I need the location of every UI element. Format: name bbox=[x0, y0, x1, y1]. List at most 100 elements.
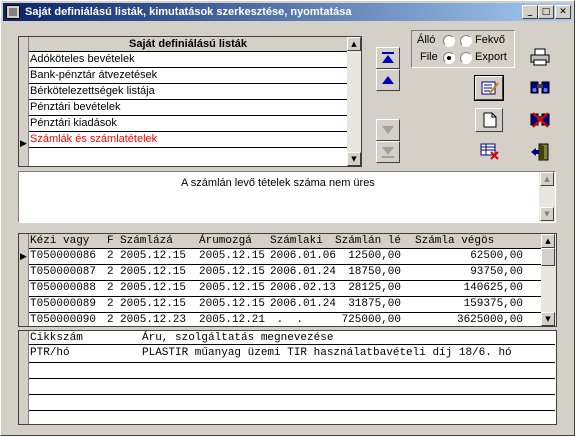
column-header[interactable]: Árumozgá bbox=[199, 234, 252, 249]
output-options-group: Álló Fekvő File Export bbox=[411, 30, 515, 68]
last-record-icon bbox=[382, 147, 394, 158]
items-header-row: Cikkszám Áru, szolgáltatás megnevezése bbox=[29, 331, 555, 345]
first-record-button[interactable] bbox=[376, 47, 400, 69]
table-row[interactable]: T050000086 2 2005.12.15 2005.12.15 2006.… bbox=[29, 249, 541, 265]
delete-list-button[interactable] bbox=[475, 140, 503, 164]
app-icon[interactable] bbox=[6, 5, 20, 19]
lists-column-header[interactable]: Saját definiálású listák bbox=[29, 37, 347, 52]
cell-total: 62500,00 bbox=[470, 250, 523, 262]
list-item[interactable]: Adóköteles bevételek bbox=[29, 52, 347, 68]
cell-amount: 12500,00 bbox=[348, 250, 401, 262]
table-row[interactable]: T050000087 2 2005.12.15 2005.12.15 2006.… bbox=[29, 265, 541, 281]
scroll-thumb[interactable] bbox=[541, 248, 555, 266]
filter-binoculars-icon bbox=[530, 112, 550, 128]
column-header[interactable]: Számlaki bbox=[270, 234, 323, 249]
table-row-empty[interactable] bbox=[29, 379, 555, 395]
memo-scrollbar[interactable]: ▲ ▼ bbox=[539, 172, 555, 222]
cell-due-date: . . bbox=[270, 314, 304, 326]
filter-description-memo[interactable]: A számlán levő tételek száma nem üres ▲ … bbox=[18, 171, 556, 223]
prior-record-button[interactable] bbox=[376, 69, 400, 91]
scroll-up-arrow-icon[interactable]: ▲ bbox=[540, 172, 554, 186]
cell-movement-date: 2005.12.15 bbox=[199, 266, 266, 278]
cell-total: 159375,00 bbox=[463, 298, 523, 310]
cell-invoice-id: T050000090 bbox=[30, 314, 97, 326]
exit-door-icon bbox=[531, 143, 549, 161]
column-header[interactable]: Számla végös bbox=[415, 234, 494, 249]
export-radio[interactable] bbox=[460, 52, 472, 64]
cell-amount: 28125,00 bbox=[348, 282, 401, 294]
list-item[interactable]: Pénztári kiadások bbox=[29, 116, 347, 132]
table-row[interactable]: T050000088 2 2005.12.15 2005.12.15 2006.… bbox=[29, 281, 541, 297]
fekvo-label: Fekvő bbox=[475, 34, 505, 46]
next-record-icon bbox=[382, 126, 394, 134]
cell-item-description: PLASTIR műanyag üzemi TIR használatbavét… bbox=[142, 347, 512, 359]
cell-amount: 725000,00 bbox=[341, 314, 401, 326]
invoices-scrollbar[interactable]: ▲ ▼ bbox=[541, 234, 556, 326]
current-row-marker-icon: ▶ bbox=[20, 138, 27, 148]
new-list-button[interactable] bbox=[475, 108, 503, 132]
new-document-icon bbox=[483, 112, 497, 128]
table-row-empty[interactable] bbox=[29, 411, 555, 424]
column-header[interactable]: Számlázá bbox=[120, 234, 173, 249]
maximize-button[interactable]: □ bbox=[538, 5, 554, 19]
search-button[interactable] bbox=[525, 76, 553, 100]
cell-total: 93750,00 bbox=[470, 266, 523, 278]
cell-due-date: 2006.02.13 bbox=[270, 282, 337, 294]
minimize-button[interactable]: _ bbox=[522, 5, 538, 19]
column-header[interactable]: F bbox=[107, 234, 114, 249]
cell-movement-date: 2005.12.21 bbox=[199, 314, 266, 326]
file-radio[interactable] bbox=[443, 52, 455, 64]
cell-invoice-date: 2005.12.15 bbox=[120, 282, 187, 294]
edit-icon bbox=[481, 81, 499, 95]
list-item[interactable]: Bérkötelezettségek listája bbox=[29, 84, 347, 100]
list-item[interactable]: Bank-pénztár átvezetések bbox=[29, 68, 347, 84]
scroll-up-arrow-icon[interactable]: ▲ bbox=[347, 37, 361, 51]
list-item-selected[interactable]: Számlák és számlatételek bbox=[29, 132, 347, 148]
cell-invoice-id: T050000086 bbox=[30, 250, 97, 262]
cell-type: 2 bbox=[107, 266, 114, 278]
cell-type: 2 bbox=[107, 298, 114, 310]
cell-type: 2 bbox=[107, 282, 114, 294]
column-header[interactable]: Kézi vagy bbox=[30, 234, 89, 249]
cell-due-date: 2006.01.24 bbox=[270, 298, 337, 310]
filter-button[interactable] bbox=[525, 108, 553, 132]
cell-type: 2 bbox=[107, 250, 114, 262]
table-row[interactable]: T050000090 2 2005.12.23 2005.12.21 . . 7… bbox=[29, 313, 541, 326]
invoice-items-grid[interactable]: Cikkszám Áru, szolgáltatás megnevezése P… bbox=[18, 330, 557, 425]
exit-button[interactable] bbox=[525, 140, 553, 164]
custom-lists-grid[interactable]: ▶ Saját definiálású listák Adóköteles be… bbox=[18, 36, 362, 167]
row-indicator-column: ▶ bbox=[19, 37, 29, 166]
cell-total: 3625000,00 bbox=[456, 314, 523, 326]
table-row-empty[interactable] bbox=[29, 363, 555, 379]
close-button[interactable]: ✕ bbox=[555, 5, 571, 19]
first-record-icon bbox=[382, 52, 394, 63]
memo-text: A számlán levő tételek száma nem üres bbox=[181, 177, 375, 189]
allo-radio[interactable] bbox=[443, 35, 455, 47]
cell-amount: 31875,00 bbox=[348, 298, 401, 310]
invoices-grid[interactable]: ▶ Kézi vagy F Számlázá Árumozgá Számlaki… bbox=[18, 233, 557, 327]
column-header[interactable]: Áru, szolgáltatás megnevezése bbox=[142, 331, 333, 345]
next-record-button[interactable] bbox=[376, 119, 400, 141]
table-row-empty[interactable] bbox=[29, 395, 555, 411]
table-row[interactable]: T050000089 2 2005.12.15 2005.12.15 2006.… bbox=[29, 297, 541, 313]
scroll-down-arrow-icon[interactable]: ▼ bbox=[540, 207, 554, 221]
lists-scrollbar[interactable]: ▲ ▼ bbox=[347, 37, 361, 166]
print-button[interactable] bbox=[525, 45, 553, 69]
print-icon bbox=[530, 48, 550, 66]
last-record-button[interactable] bbox=[376, 141, 400, 163]
export-label: Export bbox=[475, 51, 507, 63]
scroll-down-arrow-icon[interactable]: ▼ bbox=[541, 312, 555, 326]
list-item[interactable]: Pénztári bevételek bbox=[29, 100, 347, 116]
column-header[interactable]: Számlán lé bbox=[335, 234, 401, 249]
scroll-down-arrow-icon[interactable]: ▼ bbox=[347, 152, 361, 166]
scroll-up-arrow-icon[interactable]: ▲ bbox=[541, 234, 555, 248]
binoculars-icon bbox=[530, 81, 550, 94]
main-window: Saját definiálású listák, kimutatások sz… bbox=[0, 0, 575, 436]
cell-invoice-id: T050000089 bbox=[30, 298, 97, 310]
allo-label: Álló bbox=[417, 34, 436, 46]
fekvo-radio[interactable] bbox=[460, 35, 472, 47]
cell-movement-date: 2005.12.15 bbox=[199, 298, 266, 310]
column-header[interactable]: Cikkszám bbox=[30, 331, 83, 345]
edit-list-button[interactable] bbox=[474, 75, 504, 101]
table-row[interactable]: PTR/hó PLASTIR műanyag üzemi TIR használ… bbox=[29, 345, 555, 363]
